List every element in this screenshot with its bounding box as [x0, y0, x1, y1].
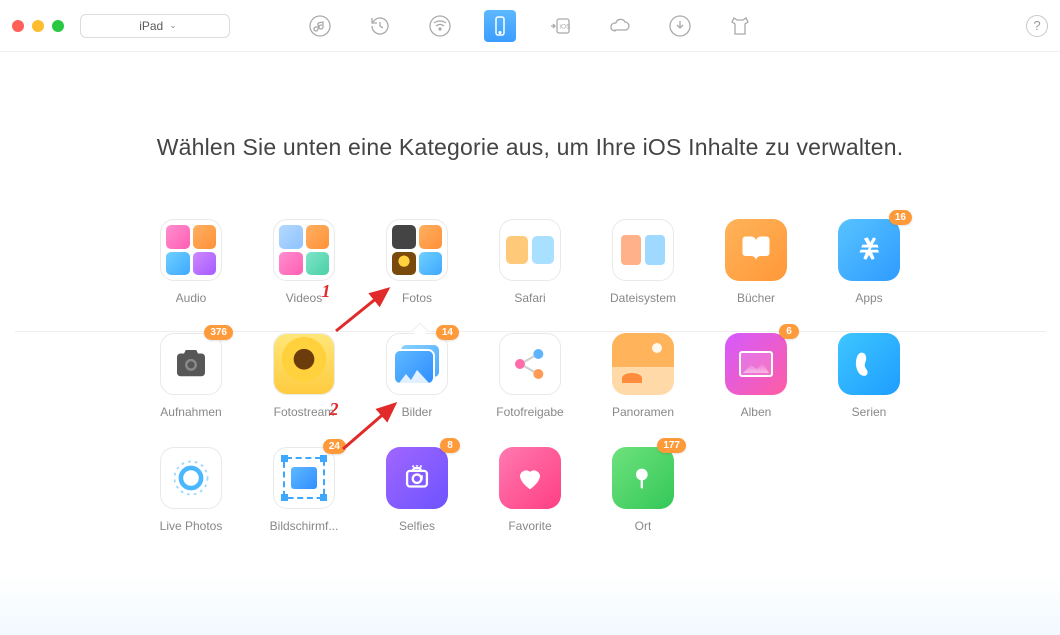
badge: 376 — [204, 325, 233, 340]
nav-tabs: iOS — [304, 10, 756, 42]
album-icon: 6 — [725, 333, 787, 395]
category-label: Safari — [514, 291, 545, 305]
divider — [15, 331, 1046, 332]
pictures-icon: 14 — [386, 333, 448, 395]
safari-icon — [499, 219, 561, 281]
badge: 14 — [436, 325, 459, 340]
videos-icon — [273, 219, 335, 281]
help-button[interactable]: ? — [1026, 15, 1048, 37]
category-grid: Audio Videos Fotos — [135, 219, 926, 533]
category-dateisystem[interactable]: Dateisystem — [587, 219, 700, 305]
page-headline: Wählen Sie unten eine Kategorie aus, um … — [0, 134, 1060, 161]
subcategory-bildschirmfotos[interactable]: 24 Bildschirmf... — [248, 447, 361, 533]
nav-music[interactable] — [304, 10, 336, 42]
category-label: Apps — [855, 291, 882, 305]
selfies-icon: 8 — [386, 447, 448, 509]
apps-icon: 16 — [838, 219, 900, 281]
badge: 177 — [657, 438, 686, 453]
annotation-arrow-1 — [330, 281, 400, 336]
series-icon — [838, 333, 900, 395]
help-label: ? — [1033, 18, 1040, 33]
panorama-icon — [612, 333, 674, 395]
badge: 8 — [440, 438, 460, 453]
annotation-number-1: 1 — [322, 281, 331, 302]
fotos-icon — [386, 219, 448, 281]
minimize-window-icon[interactable] — [32, 20, 44, 32]
audio-icon — [160, 219, 222, 281]
nav-device[interactable] — [484, 10, 516, 42]
chevron-down-icon: ⌄ — [169, 20, 177, 31]
category-label: Audio — [176, 291, 207, 305]
subcategory-ort[interactable]: 177 Ort — [587, 447, 700, 533]
category-apps[interactable]: 16 Apps — [813, 219, 926, 305]
category-label: Bücher — [737, 291, 775, 305]
device-selector[interactable]: iPad ⌄ — [80, 14, 230, 38]
category-label: Fotofreigabe — [496, 405, 563, 419]
category-label: Serien — [852, 405, 887, 419]
category-buecher[interactable]: Bücher — [700, 219, 813, 305]
subcategory-livephotos[interactable]: Live Photos — [135, 447, 248, 533]
share-icon — [499, 333, 561, 395]
category-label: Panoramen — [612, 405, 674, 419]
device-label: iPad — [139, 19, 163, 33]
annotation-number-2: 2 — [330, 399, 339, 420]
nav-wifi[interactable] — [424, 10, 456, 42]
nav-history[interactable] — [364, 10, 396, 42]
category-label: Fotostream — [274, 405, 335, 419]
nav-to-ios[interactable]: iOS — [544, 10, 576, 42]
titlebar: iPad ⌄ iOS ? — [0, 0, 1060, 52]
category-label: Favorite — [508, 519, 551, 533]
category-label: Videos — [286, 291, 322, 305]
footer-decoration — [0, 575, 1060, 635]
subcategory-serien[interactable]: Serien — [813, 333, 926, 419]
category-label: Live Photos — [160, 519, 223, 533]
subcategory-aufnahmen[interactable]: 376 Aufnahmen — [135, 333, 248, 419]
subcategory-fotofreigabe[interactable]: Fotofreigabe — [474, 333, 587, 419]
subcategory-favorite[interactable]: Favorite — [474, 447, 587, 533]
subcategory-selfies[interactable]: 8 Selfies — [361, 447, 474, 533]
annotation-arrow-2 — [337, 394, 407, 454]
category-label: Dateisystem — [610, 291, 676, 305]
category-label: Fotos — [402, 291, 432, 305]
nav-download[interactable] — [664, 10, 696, 42]
category-audio[interactable]: Audio — [135, 219, 248, 305]
category-label: Bildschirmf... — [270, 519, 339, 533]
svg-text:iOS: iOS — [560, 23, 572, 30]
badge: 16 — [889, 210, 912, 225]
badge: 6 — [779, 324, 799, 339]
sunflower-icon — [273, 333, 335, 395]
category-label: Alben — [741, 405, 772, 419]
books-icon — [725, 219, 787, 281]
subcategory-panoramen[interactable]: Panoramen — [587, 333, 700, 419]
zoom-window-icon[interactable] — [52, 20, 64, 32]
favorite-icon — [499, 447, 561, 509]
nav-cloud[interactable] — [604, 10, 636, 42]
nav-skins[interactable] — [724, 10, 756, 42]
main-content: Wählen Sie unten eine Kategorie aus, um … — [0, 52, 1060, 533]
category-safari[interactable]: Safari — [474, 219, 587, 305]
subcategory-alben[interactable]: 6 Alben — [700, 333, 813, 419]
screenshot-icon: 24 — [273, 447, 335, 509]
location-icon: 177 — [612, 447, 674, 509]
filesystem-icon — [612, 219, 674, 281]
category-label: Selfies — [399, 519, 435, 533]
livephotos-icon — [160, 447, 222, 509]
category-label: Ort — [635, 519, 652, 533]
camera-icon: 376 — [160, 333, 222, 395]
traffic-lights — [12, 20, 64, 32]
category-label: Aufnahmen — [160, 405, 221, 419]
close-window-icon[interactable] — [12, 20, 24, 32]
